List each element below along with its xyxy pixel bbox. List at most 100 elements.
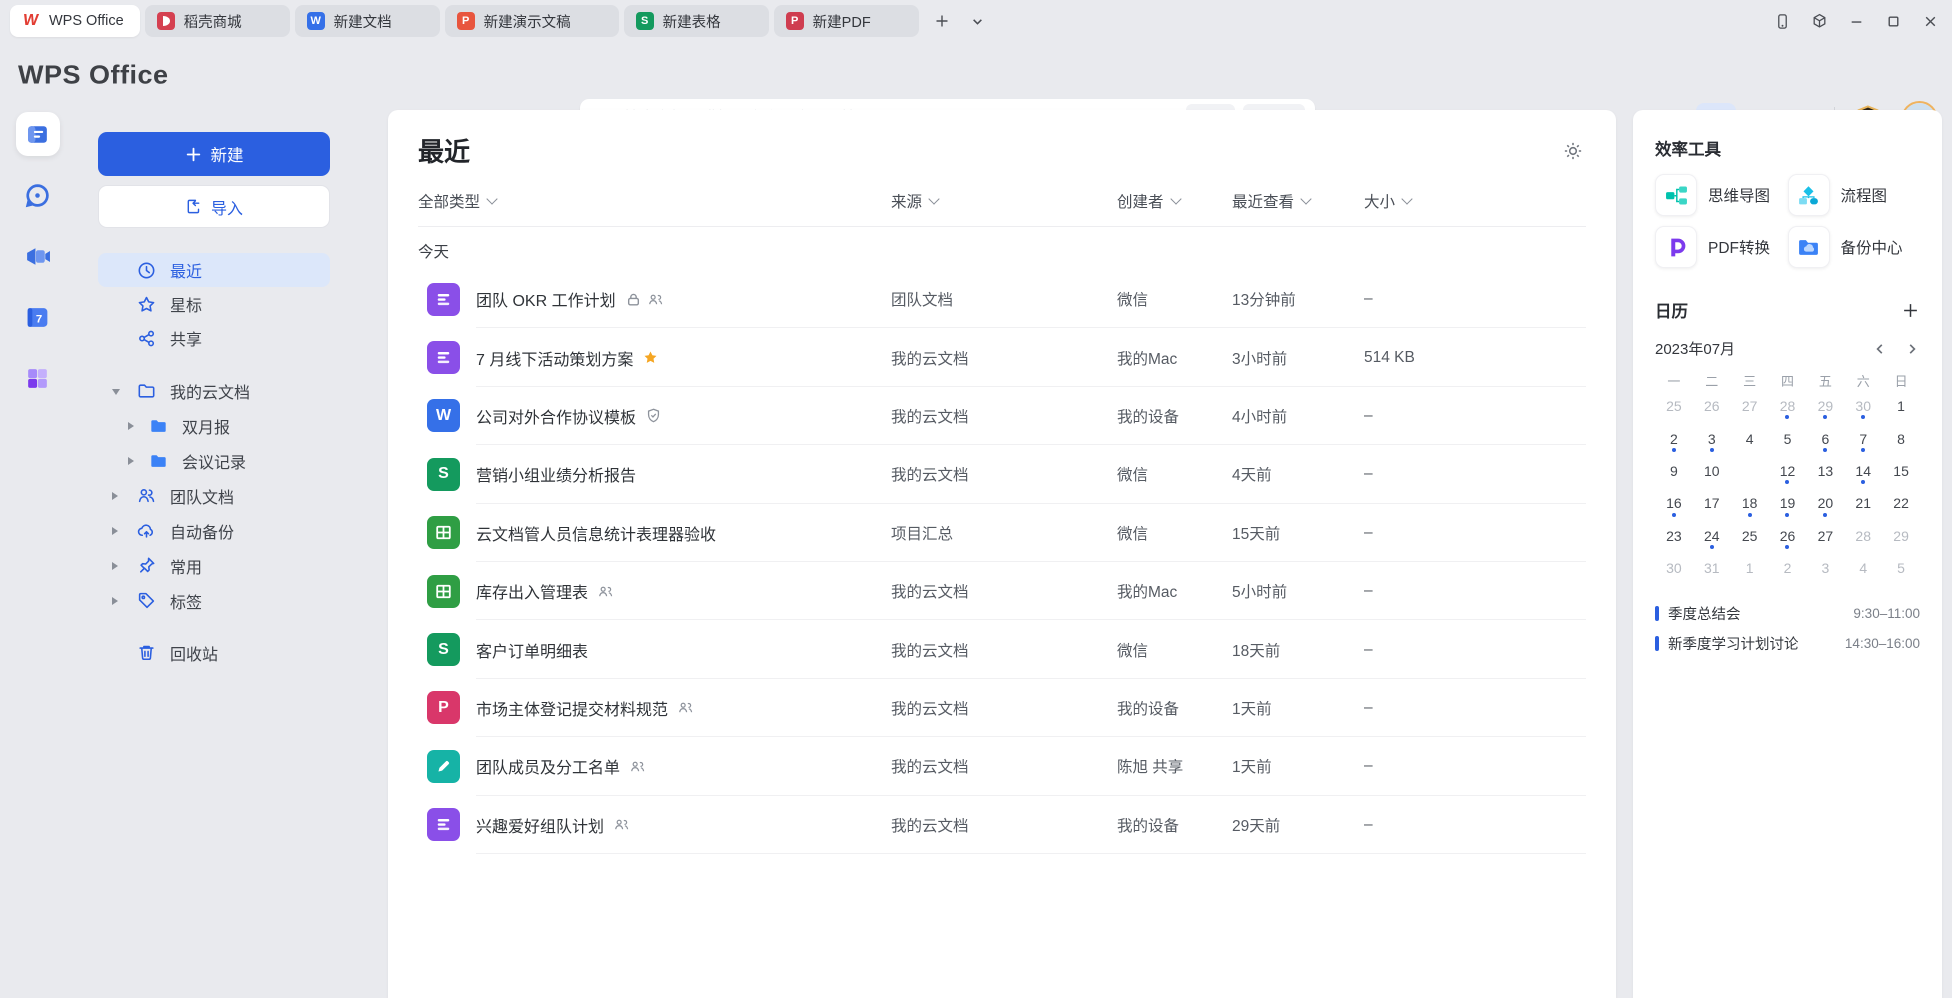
caret-collapsed-icon[interactable] bbox=[112, 487, 122, 505]
new-tab-button[interactable] bbox=[929, 8, 955, 34]
tool-shortcut[interactable]: 备份中心 bbox=[1788, 226, 1921, 268]
file-row[interactable]: S 客户订单明细表 我的云文档 微信 18天前 – bbox=[418, 620, 1586, 678]
sidebar-item-bimonthly-report[interactable]: 双月报 bbox=[98, 408, 330, 443]
calendar-day[interactable]: 27 bbox=[1731, 390, 1769, 422]
calendar-day[interactable]: 12 bbox=[1769, 455, 1807, 487]
app-tab[interactable]: 稻壳商城 bbox=[145, 5, 290, 37]
rail-calendar-button[interactable]: 7 bbox=[16, 295, 60, 339]
calendar-day[interactable]: 23 bbox=[1655, 520, 1693, 552]
calendar-day[interactable]: 2 bbox=[1769, 552, 1807, 584]
file-row[interactable]: 云文档管人员信息统计表理器验收 项目汇总 微信 15天前 – bbox=[418, 504, 1586, 562]
calendar-day[interactable]: 28 bbox=[1844, 520, 1882, 552]
next-month-button[interactable] bbox=[1904, 341, 1920, 357]
calendar-day[interactable]: 27 bbox=[1806, 520, 1844, 552]
file-row[interactable]: 兴趣爱好组队计划 我的云文档 我的设备 29天前 – bbox=[418, 796, 1586, 854]
calendar-day[interactable]: 15 bbox=[1882, 455, 1920, 487]
calendar-day[interactable]: 22 bbox=[1882, 487, 1920, 519]
calendar-day[interactable]: 28 bbox=[1769, 390, 1807, 422]
calendar-day[interactable]: 2 bbox=[1655, 422, 1693, 454]
calendar-day[interactable]: 18 bbox=[1731, 487, 1769, 519]
sidebar-item-starred[interactable]: 星标 bbox=[98, 287, 330, 321]
caret-collapsed-icon[interactable] bbox=[128, 452, 138, 470]
event-item[interactable]: 季度总结会 9:30–11:00 bbox=[1655, 598, 1920, 628]
file-row[interactable]: 团队 OKR 工作计划 团队文档 微信 13分钟前 – bbox=[418, 270, 1586, 328]
maximize-button[interactable] bbox=[1883, 11, 1903, 31]
rail-messages-button[interactable] bbox=[16, 173, 60, 217]
filter-size[interactable]: 大小 bbox=[1364, 190, 1411, 212]
caret-collapsed-icon[interactable] bbox=[128, 417, 138, 435]
app-tab[interactable]: P 新建PDF bbox=[774, 5, 919, 37]
filter-type[interactable]: 全部类型 bbox=[418, 190, 496, 212]
tool-shortcut[interactable]: 流程图 bbox=[1788, 174, 1921, 216]
device-sync-button[interactable] bbox=[1772, 11, 1792, 31]
calendar-day[interactable]: 20 bbox=[1806, 487, 1844, 519]
calendar-day[interactable]: 11 bbox=[1731, 455, 1769, 487]
caret-expanded-icon[interactable] bbox=[112, 382, 122, 400]
app-tab[interactable]: S 新建表格 bbox=[624, 5, 769, 37]
rail-documents-button[interactable] bbox=[16, 112, 60, 156]
calendar-day[interactable]: 7 bbox=[1844, 422, 1882, 454]
rail-apps-button[interactable] bbox=[16, 356, 60, 400]
close-button[interactable] bbox=[1920, 11, 1940, 31]
calendar-day[interactable]: 5 bbox=[1769, 422, 1807, 454]
sidebar-item-team-docs[interactable]: 团队文档 bbox=[98, 478, 330, 513]
calendar-day[interactable]: 4 bbox=[1844, 552, 1882, 584]
sidebar-item-tags[interactable]: 标签 bbox=[98, 583, 330, 618]
calendar-day[interactable]: 30 bbox=[1844, 390, 1882, 422]
sidebar-item-shared[interactable]: 共享 bbox=[98, 321, 330, 355]
caret-collapsed-icon[interactable] bbox=[112, 592, 122, 610]
event-item[interactable]: 新季度学习计划讨论 14:30–16:00 bbox=[1655, 628, 1920, 658]
sidebar-item-frequent[interactable]: 常用 bbox=[98, 548, 330, 583]
calendar-day[interactable]: 14 bbox=[1844, 455, 1882, 487]
app-tab[interactable]: P 新建演示文稿 bbox=[445, 5, 619, 37]
sidebar-item-my-cloud-docs[interactable]: 我的云文档 bbox=[98, 373, 330, 408]
calendar-day[interactable]: 29 bbox=[1806, 390, 1844, 422]
calendar-day[interactable]: 24 bbox=[1693, 520, 1731, 552]
app-tab[interactable]: W 新建文档 bbox=[295, 5, 440, 37]
calendar-day[interactable]: 31 bbox=[1693, 552, 1731, 584]
calendar-day[interactable]: 8 bbox=[1882, 422, 1920, 454]
sidebar-item-auto-backup[interactable]: 自动备份 bbox=[98, 513, 330, 548]
tab-list-dropdown[interactable] bbox=[965, 8, 991, 34]
calendar-day[interactable]: 3 bbox=[1806, 552, 1844, 584]
list-settings-button[interactable] bbox=[1562, 140, 1584, 162]
import-button[interactable]: 导入 bbox=[98, 185, 330, 228]
calendar-day[interactable]: 30 bbox=[1655, 552, 1693, 584]
calendar-day[interactable]: 5 bbox=[1882, 552, 1920, 584]
calendar-day[interactable]: 1 bbox=[1882, 390, 1920, 422]
calendar-day[interactable]: 29 bbox=[1882, 520, 1920, 552]
calendar-day[interactable]: 26 bbox=[1769, 520, 1807, 552]
calendar-day[interactable]: 17 bbox=[1693, 487, 1731, 519]
calendar-day[interactable]: 6 bbox=[1806, 422, 1844, 454]
file-row[interactable]: P 市场主体登记提交材料规范 我的云文档 我的设备 1天前 – bbox=[418, 679, 1586, 737]
calendar-day[interactable]: 13 bbox=[1806, 455, 1844, 487]
sidebar-item-meeting-notes[interactable]: 会议记录 bbox=[98, 443, 330, 478]
calendar-day[interactable]: 25 bbox=[1655, 390, 1693, 422]
file-row[interactable]: 库存出入管理表 我的云文档 我的Mac 5小时前 – bbox=[418, 562, 1586, 620]
calendar-day[interactable]: 26 bbox=[1693, 390, 1731, 422]
calendar-day[interactable]: 4 bbox=[1731, 422, 1769, 454]
sidebar-item-recent[interactable]: 最近 bbox=[98, 253, 330, 287]
file-row[interactable]: W 公司对外合作协议模板 我的云文档 我的设备 4小时前 – bbox=[418, 387, 1586, 445]
calendar-day[interactable]: 21 bbox=[1844, 487, 1882, 519]
calendar-day[interactable]: 10 bbox=[1693, 455, 1731, 487]
calendar-day[interactable]: 19 bbox=[1769, 487, 1807, 519]
sidebar-item-trash[interactable]: 回收站 bbox=[98, 635, 330, 670]
minimize-button[interactable] bbox=[1846, 11, 1866, 31]
app-tab[interactable]: W WPS Office bbox=[10, 5, 140, 37]
calendar-day[interactable]: 16 bbox=[1655, 487, 1693, 519]
file-row[interactable]: 7 月线下活动策划方案 我的云文档 我的Mac 3小时前 514 KB bbox=[418, 328, 1586, 386]
file-row[interactable]: S 营销小组业绩分析报告 我的云文档 微信 4天前 – bbox=[418, 445, 1586, 503]
file-row[interactable]: 团队成员及分工名单 我的云文档 陈旭 共享 1天前 – bbox=[418, 737, 1586, 795]
calendar-day[interactable]: 9 bbox=[1655, 455, 1693, 487]
rail-meeting-button[interactable] bbox=[16, 234, 60, 278]
new-document-button[interactable]: 新建 bbox=[98, 132, 330, 176]
calendar-day[interactable]: 3 bbox=[1693, 422, 1731, 454]
calendar-day[interactable]: 1 bbox=[1731, 552, 1769, 584]
tool-shortcut[interactable]: 思维导图 bbox=[1655, 174, 1788, 216]
calendar-day[interactable]: 25 bbox=[1731, 520, 1769, 552]
prev-month-button[interactable] bbox=[1872, 341, 1888, 357]
tool-shortcut[interactable]: PDF转换 bbox=[1655, 226, 1788, 268]
skin-center-button[interactable] bbox=[1809, 11, 1829, 31]
filter-creator[interactable]: 创建者 bbox=[1117, 190, 1180, 212]
